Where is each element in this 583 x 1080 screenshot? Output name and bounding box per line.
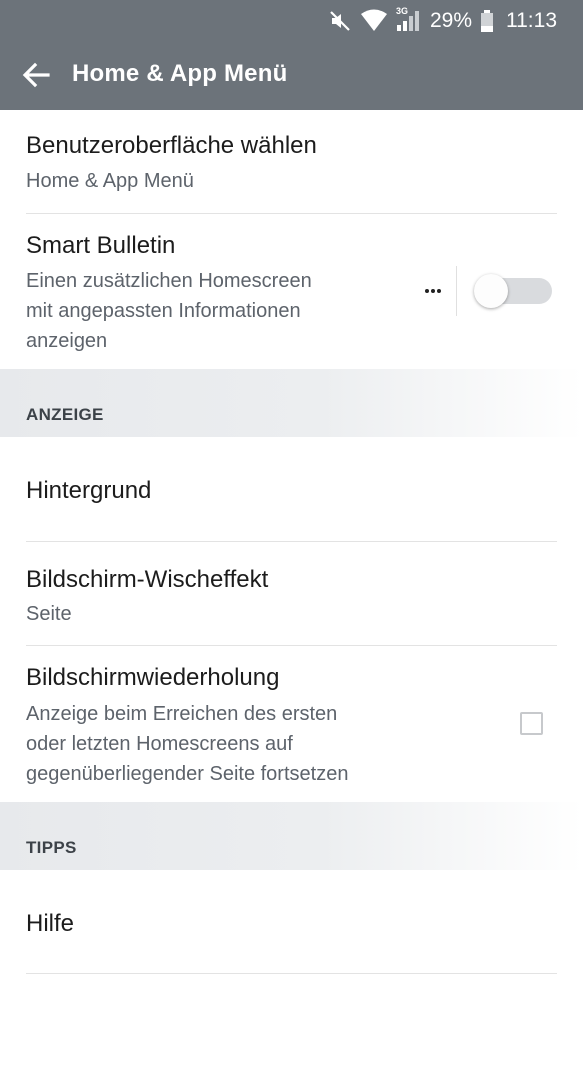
section-header-display: ANZEIGE	[0, 369, 583, 437]
smart-bulletin-title: Smart Bulletin	[26, 232, 176, 259]
arrow-left-icon[interactable]	[20, 59, 52, 91]
smart-bulletin-toggle[interactable]	[474, 274, 552, 308]
page-title: Home & App Menü	[72, 60, 288, 87]
help-title: Hilfe	[26, 910, 75, 937]
help-item[interactable]: Hilfe	[0, 870, 583, 974]
smart-bulletin-summary-line-2: mit angepassten Informationen	[26, 300, 301, 322]
swipe-effect-value: Seite	[26, 603, 72, 625]
more-options-icon[interactable]	[420, 281, 446, 301]
smart-bulletin-summary-line-1: Einen zusätzlichen Homescreen	[26, 270, 312, 292]
screen-loop-summary-line-3: gegenüberliegender Seite fortsetzen	[26, 763, 349, 785]
wallpaper-title: Hintergrund	[26, 477, 152, 504]
network-type: 3G	[395, 6, 408, 16]
ui-choice-title: Benutzeroberfläche wählen	[26, 132, 317, 159]
smart-bulletin-summary-line-3: anzeigen	[26, 330, 108, 352]
mute-icon	[328, 9, 352, 33]
swipe-effect-item[interactable]: Bildschirm-Wischeffekt Seite	[0, 542, 583, 646]
signal-icon: 3G	[395, 6, 422, 33]
status-bar: 3G 29% 11:13	[0, 0, 583, 42]
battery-icon	[480, 9, 494, 33]
screen-loop-title: Bildschirmwiederholung	[26, 664, 280, 691]
screen-loop-checkbox[interactable]	[520, 712, 543, 735]
section-header-tips: TIPPS	[0, 802, 583, 870]
app-bar: Home & App Menü	[0, 42, 583, 110]
wifi-icon	[360, 9, 388, 33]
smart-bulletin-item[interactable]: Smart Bulletin Einen zusätzlichen Homesc…	[0, 214, 583, 369]
swipe-effect-title: Bildschirm-Wischeffekt	[26, 566, 269, 593]
section-header-tips-label: TIPPS	[26, 838, 77, 857]
vertical-divider	[456, 266, 457, 316]
screen-loop-item[interactable]: Bildschirmwiederholung Anzeige beim Erre…	[0, 646, 583, 802]
ui-choice-item[interactable]: Benutzeroberfläche wählen Home & App Men…	[0, 110, 583, 214]
section-header-display-label: ANZEIGE	[26, 405, 104, 424]
screen-loop-summary-line-1: Anzeige beim Erreichen des ersten	[26, 703, 338, 725]
ui-choice-value: Home & App Menü	[26, 170, 194, 192]
clock: 11:13	[506, 9, 557, 32]
battery-percent: 29%	[429, 9, 472, 32]
wallpaper-item[interactable]: Hintergrund	[0, 437, 583, 542]
divider	[26, 973, 557, 974]
screen-loop-summary-line-2: oder letzten Homescreens auf	[26, 733, 293, 755]
toggle-thumb	[474, 274, 508, 308]
